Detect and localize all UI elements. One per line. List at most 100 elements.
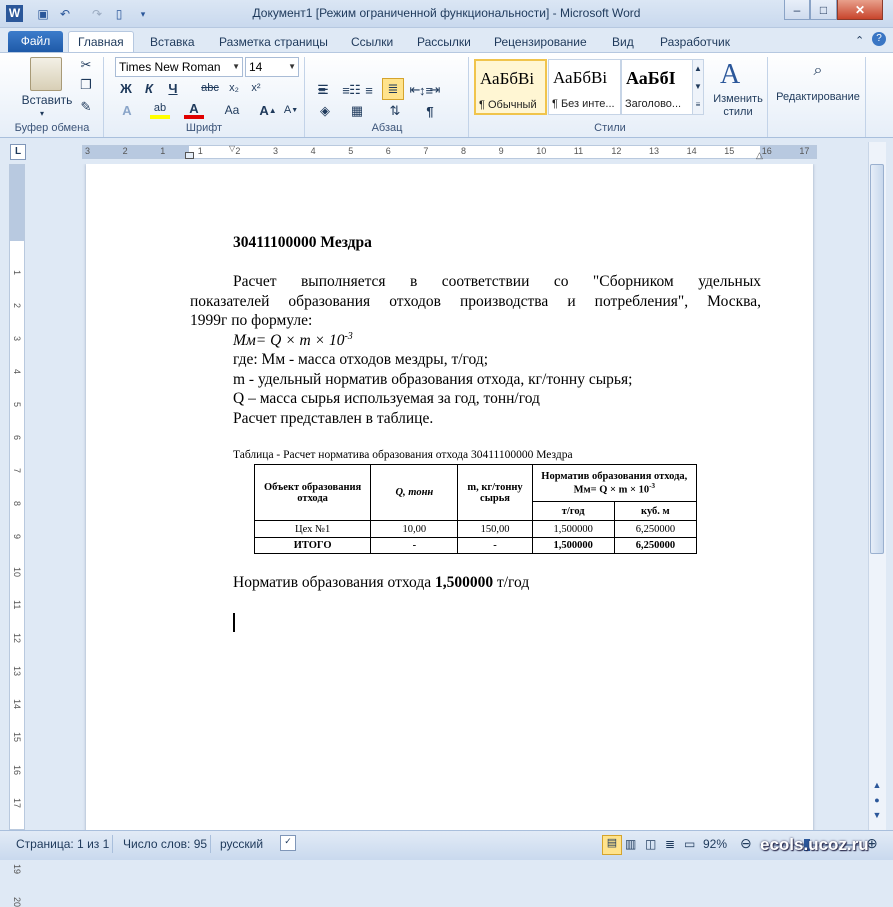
strikethrough-button[interactable]: abc bbox=[198, 79, 222, 97]
web-layout-icon[interactable]: ◫ bbox=[645, 837, 656, 851]
first-line-indent-marker[interactable]: ▽ bbox=[229, 144, 235, 153]
close-button[interactable]: ✕ bbox=[837, 0, 883, 20]
highlight-icon[interactable]: ab bbox=[150, 101, 170, 119]
tab-selector-icon[interactable]: L bbox=[10, 144, 26, 160]
help-icon[interactable]: ? bbox=[872, 32, 886, 46]
browse-object-icon[interactable]: ● bbox=[870, 795, 884, 809]
full-screen-reading-icon[interactable]: ▥ bbox=[625, 837, 636, 851]
sort-icon[interactable]: ⇅ bbox=[386, 102, 404, 120]
line-spacing-icon[interactable]: ↕≡ bbox=[414, 80, 438, 100]
borders-icon[interactable]: ▦ bbox=[346, 102, 368, 120]
editing-button[interactable]: Редактирование bbox=[770, 91, 866, 103]
vertical-ruler[interactable]: 1234567891011121314151617181920 bbox=[9, 164, 25, 907]
table-caption[interactable]: Таблица - Расчет норматива образования о… bbox=[233, 449, 573, 461]
outline-icon[interactable]: ≣ bbox=[665, 837, 675, 851]
grow-font-button[interactable]: A ▲ bbox=[258, 101, 278, 119]
binoculars-icon[interactable]: ⌕ bbox=[806, 59, 830, 83]
horizontal-ruler[interactable]: 3 2 1 1 2 3 4 5 6 7 8 9 10 11 12 13 14 15 16 17 ▽ △ bbox=[82, 144, 817, 161]
right-indent-marker[interactable]: △ bbox=[756, 150, 763, 161]
vruler-number: 2 bbox=[12, 303, 22, 309]
vruler-number: 9 bbox=[12, 534, 22, 540]
show-formatting-marks-icon[interactable]: ¶ bbox=[421, 102, 439, 120]
text-effects-icon[interactable]: A bbox=[117, 101, 137, 119]
font-color-icon[interactable]: A bbox=[184, 101, 204, 119]
tab-page-layout[interactable]: Разметка страницы bbox=[210, 32, 337, 52]
doc-para1-line2[interactable]: показателей образования отходов производ… bbox=[190, 293, 761, 311]
status-words[interactable]: Число слов: 95 bbox=[123, 837, 207, 851]
vruler-number: 4 bbox=[12, 369, 22, 375]
status-page[interactable]: Страница: 1 из 1 bbox=[16, 837, 109, 851]
doc-result-line[interactable]: Норматив образования отхода 1,500000 т/г… bbox=[233, 574, 529, 592]
maximize-button[interactable]: □ bbox=[810, 0, 837, 20]
bold-button[interactable]: Ж bbox=[117, 79, 135, 97]
doc-q-line[interactable]: Q – масса сырья используемая за год, тон… bbox=[233, 390, 540, 408]
doc-para1-line3[interactable]: 1999г по формуле: bbox=[190, 312, 312, 330]
doc-heading[interactable]: 30411100000 Мездра bbox=[233, 234, 372, 252]
doc-where-line[interactable]: где: Мм - масса отходов мездры, т/год; bbox=[233, 351, 488, 369]
styles-scroll[interactable]: ▲ ▼ ≡ bbox=[692, 59, 704, 115]
page[interactable]: 30411100000 Мездра Расчет выполняется в … bbox=[86, 164, 813, 830]
paste-dropdown-icon[interactable]: ▾ bbox=[40, 109, 44, 118]
align-center-icon[interactable]: ≡ bbox=[336, 80, 356, 100]
font-size-combo[interactable]: 14 ▼ bbox=[245, 57, 299, 77]
tab-mailings[interactable]: Рассылки bbox=[408, 32, 480, 52]
style-name: ¶ Обычный bbox=[479, 99, 537, 111]
shrink-font-button[interactable]: A ▼ bbox=[281, 101, 301, 119]
ruler-number: 14 bbox=[686, 146, 697, 156]
underline-button[interactable]: Ч bbox=[164, 79, 182, 97]
tab-home[interactable]: Главная bbox=[68, 31, 134, 52]
left-indent-marker[interactable] bbox=[185, 152, 194, 159]
align-left-icon[interactable]: ≡ bbox=[312, 80, 332, 100]
table-row-total: ИТОГО - - 1,500000 6,250000 bbox=[253, 537, 698, 554]
th-norm: Норматив образования отхода, Мм= Q × m ×… bbox=[531, 464, 698, 502]
paste-button[interactable]: Вставить bbox=[14, 93, 80, 107]
tab-view[interactable]: Вид bbox=[603, 32, 643, 52]
paste-icon[interactable] bbox=[30, 57, 62, 91]
tab-file[interactable]: Файл bbox=[8, 31, 63, 52]
scrollbar-thumb[interactable] bbox=[870, 164, 884, 554]
ribbon: Вставить ▾ ✂ ❐ ✎ Буфер обмена Times New … bbox=[0, 52, 893, 138]
doc-calc-line[interactable]: Расчет представлен в таблице. bbox=[233, 410, 433, 428]
doc-formula[interactable]: Мм= Q × m × 10-3 bbox=[233, 331, 353, 350]
doc-m-line[interactable]: m - удельный норматив образования отхода… bbox=[233, 371, 632, 389]
status-bar: Страница: 1 из 1 Число слов: 95 русский … bbox=[0, 830, 893, 860]
scroll-up-arrow-icon[interactable]: ▲ bbox=[870, 780, 884, 794]
paragraph-group-label: Абзац bbox=[371, 122, 403, 134]
change-case-icon[interactable]: Aa bbox=[220, 101, 244, 119]
justify-icon[interactable]: ≣ bbox=[382, 78, 404, 100]
change-styles-icon[interactable]: A bbox=[720, 59, 740, 91]
align-right-icon[interactable]: ≡ bbox=[359, 80, 379, 100]
tab-references[interactable]: Ссылки bbox=[342, 32, 402, 52]
zoom-level[interactable]: 92% bbox=[703, 837, 727, 851]
norm-table[interactable]: Объект образования отхода Q, тонн m, кг/… bbox=[253, 464, 698, 554]
draft-icon[interactable]: ▭ bbox=[684, 837, 695, 851]
italic-button[interactable]: К bbox=[140, 79, 158, 97]
cut-icon[interactable]: ✂ bbox=[78, 57, 94, 73]
zoom-out-icon[interactable]: ⊖ bbox=[740, 835, 752, 852]
scroll-down-arrow-icon[interactable]: ▼ bbox=[870, 810, 884, 824]
vruler-number: 1 bbox=[12, 270, 22, 276]
style-no-spacing[interactable]: АаБбВі ¶ Без инте... bbox=[548, 59, 621, 115]
subscript-button[interactable]: x₂ bbox=[225, 79, 243, 97]
tab-developer[interactable]: Разработчик bbox=[651, 32, 739, 52]
cell: 150,00 bbox=[457, 520, 533, 538]
print-layout-icon[interactable]: ▤ bbox=[602, 835, 622, 855]
tab-review[interactable]: Рецензирование bbox=[485, 32, 596, 52]
collapse-ribbon-icon[interactable]: ⌃ bbox=[855, 34, 864, 47]
proofing-icon[interactable]: ✓ bbox=[280, 835, 296, 851]
superscript-button[interactable]: x² bbox=[247, 79, 265, 97]
document-area[interactable]: 30411100000 Мездра Расчет выполняется в … bbox=[28, 164, 867, 830]
change-styles-button[interactable]: Изменить стили bbox=[708, 93, 768, 119]
ribbon-tabs: Файл Главная Вставка Разметка страницы С… bbox=[0, 28, 893, 52]
format-painter-icon[interactable]: ✎ bbox=[78, 99, 94, 115]
style-normal[interactable]: АаБбВі ¶ Обычный bbox=[474, 59, 547, 115]
tab-insert[interactable]: Вставка bbox=[141, 32, 204, 52]
font-name-combo[interactable]: Times New Roman ▼ bbox=[115, 57, 243, 77]
doc-para1-line1[interactable]: Расчет выполняется в соответствии со "Сб… bbox=[233, 273, 761, 291]
minimize-button[interactable]: – bbox=[784, 0, 810, 20]
shading-icon[interactable]: ◈ bbox=[314, 102, 336, 120]
ruler-number: 12 bbox=[611, 146, 622, 156]
copy-icon[interactable]: ❐ bbox=[78, 77, 94, 93]
style-heading[interactable]: АаБбІ Заголово... bbox=[621, 59, 694, 115]
status-language[interactable]: русский bbox=[220, 837, 263, 851]
